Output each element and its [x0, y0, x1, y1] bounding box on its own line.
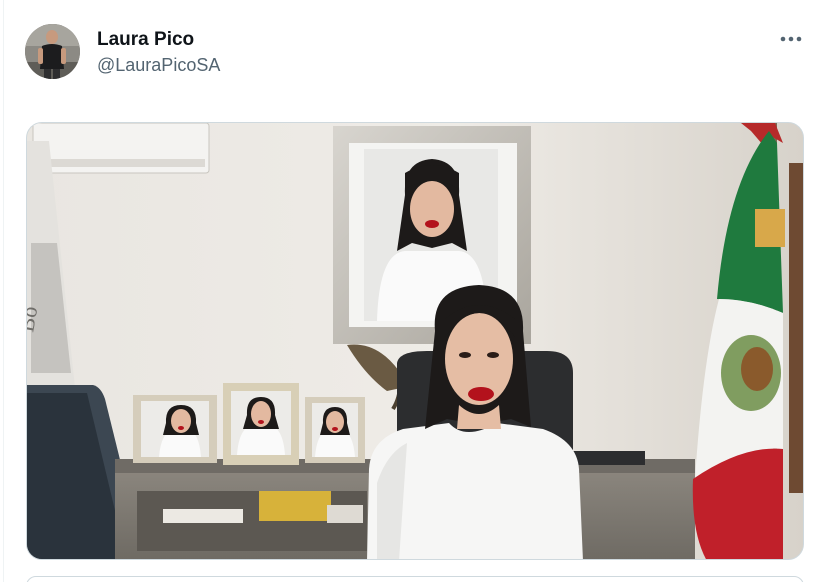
desk-photo-frame-3 — [305, 397, 365, 463]
tweet-header: Laura Pico @LauraPicoSA — [25, 24, 815, 84]
avatar-image — [25, 24, 80, 79]
desk-photo-frame-2 — [223, 383, 299, 465]
desk-photo-frame-1 — [133, 395, 217, 463]
author-display-name[interactable]: Laura Pico — [97, 28, 220, 52]
tweet-media-photo[interactable]: Bo — [26, 122, 804, 560]
timeline-border — [3, 0, 4, 582]
author-handle[interactable]: @LauraPicoSA — [97, 52, 220, 78]
air-conditioner — [32, 123, 210, 174]
more-horizontal-icon — [780, 36, 802, 42]
more-options-button[interactable] — [773, 26, 809, 52]
office-photo: Bo — [27, 123, 803, 559]
next-tweet-card-edge — [26, 576, 804, 582]
avatar[interactable] — [25, 24, 80, 79]
author-info: Laura Pico @LauraPicoSA — [97, 28, 220, 78]
